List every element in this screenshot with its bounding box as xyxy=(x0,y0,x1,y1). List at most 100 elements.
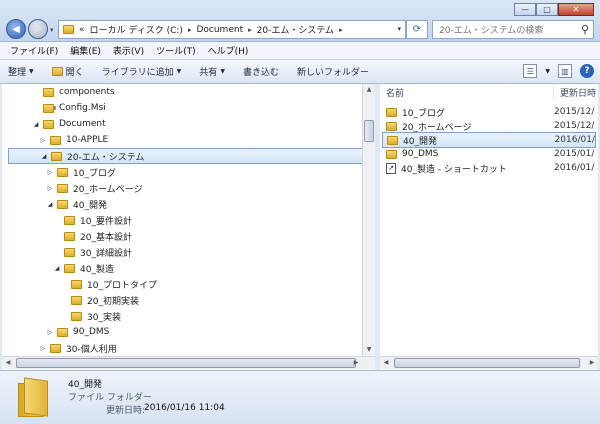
shortcut-icon: ↗ xyxy=(386,162,396,174)
scroll-thumb[interactable] xyxy=(394,358,580,368)
column-header-name[interactable]: 名前 xyxy=(380,84,554,100)
breadcrumb-arrow-icon[interactable]: ▸ xyxy=(248,26,252,34)
organize-button[interactable]: 整理 ▼ xyxy=(8,65,34,78)
file-name: 90_DMS xyxy=(402,149,439,159)
file-name: 40_製造 - ショートカット xyxy=(401,164,507,175)
breadcrumb-segment[interactable]: Document xyxy=(196,25,243,35)
folder-icon xyxy=(43,87,54,97)
collapse-arrow-icon[interactable]: ◢ xyxy=(40,153,48,160)
tree-horizontal-scrollbar[interactable]: ◀ ▶ xyxy=(2,356,375,369)
burn-button[interactable]: 書き込む xyxy=(243,65,279,78)
expand-arrow-icon[interactable]: ▷ xyxy=(46,169,54,176)
file-row[interactable]: ↗ 40_製造 - ショートカット 2016/01/ xyxy=(382,160,596,176)
back-button[interactable]: ◀ xyxy=(6,19,26,39)
add-to-library-button[interactable]: ライブラリに追加 ▼ xyxy=(102,65,182,78)
details-date: 2016/01/16 11:04 xyxy=(144,403,225,413)
open-button[interactable]: 開く xyxy=(51,65,84,78)
refresh-button[interactable]: ⟳ xyxy=(406,20,428,39)
maximize-button[interactable]: □ xyxy=(536,3,558,16)
scroll-right-icon[interactable]: ▶ xyxy=(586,357,598,369)
share-button[interactable]: 共有 ▼ xyxy=(199,65,225,78)
menu-edit[interactable]: 編集(E) xyxy=(70,44,101,57)
new-folder-label: 新しいフォルダー xyxy=(296,68,369,78)
tree-item[interactable]: ▷ 10-APPLE xyxy=(2,132,362,148)
menu-help[interactable]: ヘルプ(H) xyxy=(208,44,249,57)
search-input[interactable]: 20-エム・システムの検索 ⚲ xyxy=(432,20,594,39)
scroll-up-icon[interactable]: ▲ xyxy=(363,84,375,96)
scroll-left-icon[interactable]: ◀ xyxy=(2,357,14,369)
tree-item[interactable]: components xyxy=(2,84,362,100)
column-header-date[interactable]: 更新日時 xyxy=(554,84,598,100)
breadcrumb-arrow-icon[interactable]: ▸ xyxy=(339,26,343,34)
folder-icon xyxy=(64,247,75,257)
expand-arrow-icon[interactable]: ▷ xyxy=(39,345,47,352)
tree-item[interactable]: ◢ Document xyxy=(2,116,362,132)
view-options-icon[interactable]: ☰ xyxy=(523,64,538,78)
forward-button[interactable]: ▶ xyxy=(28,19,48,39)
collapse-arrow-icon[interactable]: ◢ xyxy=(46,201,54,208)
recent-pages-dropdown[interactable]: ▾ xyxy=(50,26,54,34)
tree-item[interactable]: 30_詳細設計 xyxy=(2,244,362,260)
address-bar[interactable]: « ローカル ディスク (C:) ▸ Document ▸ 20-エム・システム… xyxy=(58,20,406,39)
menu-file[interactable]: ファイル(F) xyxy=(10,44,58,57)
help-icon[interactable]: ? xyxy=(580,64,594,78)
details-name: 40_開発 xyxy=(68,380,102,390)
expand-arrow-icon[interactable]: ▷ xyxy=(39,137,47,144)
address-dropdown-icon[interactable]: ▾ xyxy=(397,25,401,33)
preview-pane-icon[interactable]: ▥ xyxy=(558,64,572,78)
search-icon[interactable]: ⚲ xyxy=(581,23,589,36)
expand-arrow-icon[interactable]: ▷ xyxy=(46,185,54,192)
collapse-arrow-icon[interactable]: ◢ xyxy=(53,265,61,272)
tree-vertical-scrollbar[interactable]: ▲ ▼ xyxy=(362,84,375,356)
file-name-cell: ↗ 40_製造 - ショートカット xyxy=(382,162,554,175)
chevron-down-icon[interactable]: ▼ xyxy=(545,68,550,75)
burn-label: 書き込む xyxy=(242,68,279,78)
tree-item-label: 20_初期実装 xyxy=(87,296,139,307)
folder-icon xyxy=(50,135,61,145)
tree-item[interactable]: ▷ 20_ホームページ xyxy=(2,180,362,196)
folder-icon xyxy=(64,215,75,225)
breadcrumb-segment[interactable]: ローカル ディスク (C:) xyxy=(90,23,183,36)
expand-arrow-icon[interactable]: ▷ xyxy=(46,329,54,336)
tree-item[interactable]: ▷ 30-個人利用 xyxy=(2,340,362,356)
scroll-thumb[interactable] xyxy=(16,358,356,368)
minimize-button[interactable]: — xyxy=(514,3,536,16)
title-bar: — □ ✕ ◀ ▶ ▾ « ローカル ディスク (C:) ▸ Document … xyxy=(0,0,600,42)
scroll-thumb[interactable] xyxy=(364,120,374,142)
menu-view[interactable]: 表示(V) xyxy=(113,44,144,57)
tree-item[interactable]: 20_初期実装 xyxy=(2,292,362,308)
scroll-left-icon[interactable]: ◀ xyxy=(380,357,392,369)
tree-item[interactable]: ▷ 10_ブログ xyxy=(2,164,362,180)
file-list-horizontal-scrollbar[interactable]: ◀ ▶ xyxy=(380,356,598,369)
address-overflow[interactable]: « xyxy=(79,25,85,35)
tree-item[interactable]: ◢ 40_製造 xyxy=(2,260,362,276)
back-arrow-icon: ◀ xyxy=(12,23,20,35)
tree-item[interactable]: 10_プロトタイプ xyxy=(2,276,362,292)
tree-item-label: 40_製造 xyxy=(80,264,114,275)
file-name: 20_ホームページ xyxy=(402,122,472,133)
close-button[interactable]: ✕ xyxy=(558,3,594,16)
collapse-arrow-icon[interactable]: ◢ xyxy=(32,121,40,128)
tree-item-label: 10_ブログ xyxy=(73,168,116,179)
tree-item[interactable]: 10_要件設計 xyxy=(2,212,362,228)
tree-item[interactable]: ◢ 20-エム・システム xyxy=(8,148,364,164)
chevron-down-icon: ▼ xyxy=(220,68,225,75)
tree-item[interactable]: ◢ 40_開発 xyxy=(2,196,362,212)
tree-item[interactable]: 30_実装 xyxy=(2,308,362,324)
folder-icon xyxy=(71,295,82,305)
tree-item[interactable]: ▷ 90_DMS xyxy=(2,324,362,340)
new-folder-button[interactable]: 新しいフォルダー xyxy=(297,65,369,78)
scroll-down-icon[interactable]: ▼ xyxy=(363,344,375,356)
tree-item-label: 10_要件設計 xyxy=(80,216,132,227)
tree-item-label: 20_基本設計 xyxy=(80,232,132,243)
breadcrumb-segment[interactable]: 20-エム・システム xyxy=(257,23,334,36)
details-date-label: 更新日時: xyxy=(106,406,146,416)
tree-item-label: Document xyxy=(59,119,106,129)
search-placeholder: 20-エム・システムの検索 xyxy=(439,26,544,36)
tree-item[interactable]: 20_基本設計 xyxy=(2,228,362,244)
breadcrumb-arrow-icon[interactable]: ▸ xyxy=(188,26,192,34)
menu-tools[interactable]: ツール(T) xyxy=(156,44,196,57)
folder-icon xyxy=(64,263,75,273)
scroll-right-icon[interactable]: ▶ xyxy=(350,357,362,369)
tree-item[interactable]: Config.Msi xyxy=(2,100,362,116)
